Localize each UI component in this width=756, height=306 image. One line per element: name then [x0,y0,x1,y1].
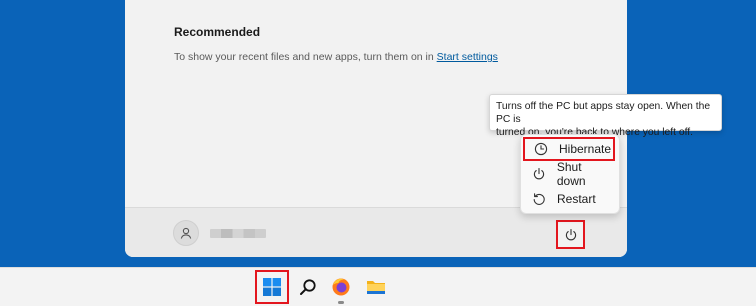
recommended-message-text: To show your recent files and new apps, … [174,51,437,63]
clock-icon [533,141,549,157]
start-button[interactable] [255,270,289,304]
restart-label: Restart [557,192,596,206]
power-button[interactable] [556,220,585,249]
restart-menu-item[interactable]: Restart [523,188,613,210]
file-explorer-button[interactable] [360,271,392,303]
folder-icon [367,281,385,294]
shut-down-label: Shut down [556,160,586,188]
user-name-blurred [210,229,266,238]
search-button[interactable] [292,271,324,303]
firefox-running-indicator [338,301,344,304]
power-icon [565,228,576,240]
hibernate-label: Hibernate [559,142,612,156]
windows-logo-icon [263,278,281,296]
power-menu: Hibernate Shut down Restart [520,134,620,214]
shut-down-menu-item[interactable]: Shut down [523,160,613,188]
user-avatar[interactable] [173,220,199,246]
recommended-message: To show your recent files and new apps, … [174,51,498,63]
restart-icon [531,191,547,207]
taskbar [0,267,756,306]
user-icon [180,227,192,239]
firefox-button[interactable] [325,271,357,304]
power-icon [531,166,547,182]
start-settings-link[interactable]: Start settings [437,51,498,63]
hibernate-menu-item[interactable]: Hibernate [523,137,615,161]
firefox-icon [332,278,350,296]
search-icon [300,279,316,295]
recommended-title: Recommended [174,25,261,39]
tooltip-line-1: Turns off the PC but apps stay open. Whe… [496,101,711,125]
start-menu-footer [125,207,627,257]
hibernate-tooltip: Turns off the PC but apps stay open. Whe… [489,94,722,138]
